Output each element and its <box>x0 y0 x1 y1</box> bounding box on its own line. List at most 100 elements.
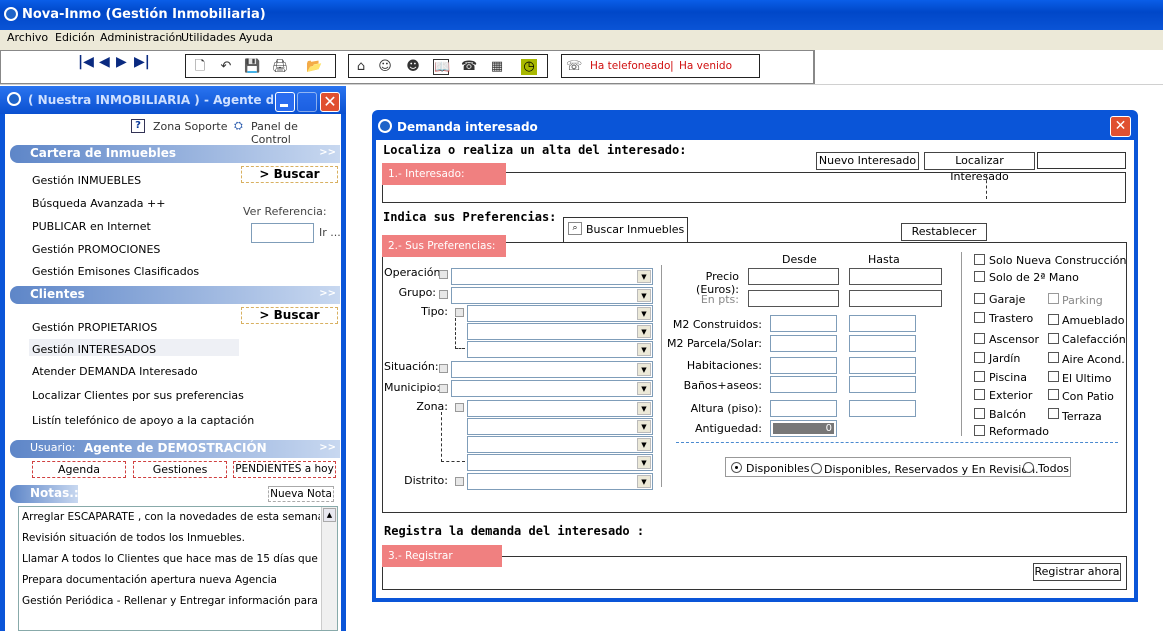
atender-demanda-link[interactable]: Atender DEMANDA Interesado <box>32 365 198 378</box>
grupo-select[interactable]: ▼ <box>451 287 653 304</box>
note-item[interactable]: Arreglar ESCAPARATE , con la novedades d… <box>22 511 320 523</box>
ha-venido-link[interactable]: Ha venido <box>679 60 732 72</box>
publicar-internet-link[interactable]: PUBLICAR en Internet <box>32 220 151 233</box>
solo-segunda-checkbox[interactable] <box>974 271 985 282</box>
restablecer-button[interactable]: Restablecer <box>901 223 987 241</box>
book-icon[interactable]: 📖 <box>433 59 450 75</box>
disponibles-radio[interactable] <box>731 462 742 473</box>
cartera-buscar-button[interactable]: > Buscar <box>241 166 338 183</box>
open-folder-icon[interactable]: 📂 <box>306 59 322 75</box>
m2c-hasta-input[interactable] <box>849 315 916 332</box>
cartera-section-header[interactable]: Cartera de Inmuebles >> <box>10 145 340 163</box>
prev-record-icon[interactable]: ◀ <box>99 54 110 70</box>
garaje-checkbox[interactable] <box>974 293 985 304</box>
cartera-expand-icon[interactable]: >> <box>319 147 336 158</box>
precio-hasta-input[interactable] <box>849 268 942 285</box>
grupo-lookup-icon[interactable] <box>439 290 448 299</box>
banos-desde-input[interactable] <box>770 376 837 393</box>
con-patio-checkbox[interactable] <box>1048 389 1059 400</box>
operacion-lookup-icon[interactable] <box>439 270 448 279</box>
solo-nueva-checkbox[interactable] <box>974 254 985 265</box>
gestion-emisiones-link[interactable]: Gestión Emisones Clasificados <box>32 265 199 278</box>
new-document-icon[interactable]: 🗋 <box>192 59 208 75</box>
zona-select-2[interactable]: ▼ <box>467 418 653 435</box>
reformado-checkbox[interactable] <box>974 425 985 436</box>
banos-hasta-input[interactable] <box>849 376 916 393</box>
minimize-button[interactable] <box>275 92 295 112</box>
note-item[interactable]: Prepara documentación apertura nueva Age… <box>22 574 320 586</box>
hab-hasta-input[interactable] <box>849 357 916 374</box>
busqueda-avanzada-link[interactable]: Búsqueda Avanzada ++ <box>32 197 165 210</box>
maximize-button[interactable] <box>297 92 317 112</box>
trastero-checkbox[interactable] <box>974 312 985 323</box>
clientes-section-header[interactable]: Clientes >> <box>10 286 340 304</box>
usuario-section-header[interactable]: Usuario: Agente de DEMOSTRACIÓN >> <box>10 440 340 458</box>
last-record-icon[interactable]: ▶| <box>134 54 150 70</box>
gestion-promociones-link[interactable]: Gestión PROMOCIONES <box>32 243 160 256</box>
undo-icon[interactable]: ↶ <box>218 59 234 75</box>
zona-lookup-icon[interactable] <box>455 403 464 412</box>
dialog-close-button[interactable]: ✕ <box>1110 116 1131 137</box>
menu-archivo[interactable]: Archivo <box>7 31 48 44</box>
agenda-button[interactable]: Agenda <box>32 461 126 478</box>
todos-radio[interactable] <box>1023 462 1034 473</box>
operacion-select[interactable]: ▼ <box>451 268 653 285</box>
gestion-inmuebles-link[interactable]: Gestión INMUEBLES <box>32 174 141 187</box>
save-icon[interactable]: 💾 <box>244 59 260 75</box>
note-item[interactable]: Revisión situación de todos los Inmueble… <box>22 532 320 544</box>
zona-select-3[interactable]: ▼ <box>467 436 653 453</box>
gestiones-button[interactable]: Gestiones <box>133 461 227 478</box>
municipio-lookup-icon[interactable] <box>439 384 448 393</box>
altura-desde-input[interactable] <box>770 400 837 417</box>
first-record-icon[interactable]: |◀ <box>78 54 94 70</box>
registrar-ahora-button[interactable]: Registrar ahora <box>1033 563 1121 581</box>
referencia-input[interactable] <box>251 223 314 243</box>
help-icon[interactable]: ? <box>131 119 145 133</box>
print-icon[interactable]: 🖨 <box>272 59 289 75</box>
precio-desde-input[interactable] <box>748 268 839 285</box>
m2c-desde-input[interactable] <box>770 315 837 332</box>
situacion-lookup-icon[interactable] <box>439 364 448 373</box>
phone-icon[interactable]: ☎ <box>461 59 477 75</box>
home-icon[interactable]: ⌂ <box>353 59 369 75</box>
menu-utilidades[interactable]: Utilidades <box>181 31 236 44</box>
tipo-select-2[interactable]: ▼ <box>467 323 653 340</box>
zona-soporte-link[interactable]: Zona Soporte <box>153 120 228 133</box>
menu-administracion[interactable]: Administración <box>100 31 182 44</box>
terraza-checkbox[interactable] <box>1048 408 1059 419</box>
zona-select-4[interactable]: ▼ <box>467 454 653 471</box>
piscina-checkbox[interactable] <box>974 371 985 382</box>
clientes-buscar-button[interactable]: > Buscar <box>241 307 338 324</box>
notes-scrollbar[interactable]: ▲ <box>321 507 337 630</box>
calculator-icon[interactable]: ▦ <box>489 59 505 75</box>
scroll-up-icon[interactable]: ▲ <box>323 508 336 522</box>
amueblado-checkbox[interactable] <box>1048 314 1059 325</box>
jardin-checkbox[interactable] <box>974 352 985 363</box>
parking-checkbox[interactable] <box>1048 293 1059 304</box>
distrito-select[interactable]: ▼ <box>467 473 653 490</box>
balcon-checkbox[interactable] <box>974 408 985 419</box>
interesado-code-field[interactable] <box>1037 152 1126 169</box>
pts-desde-input[interactable] <box>748 290 839 307</box>
distrito-lookup-icon[interactable] <box>455 477 464 486</box>
aire-acond-checkbox[interactable] <box>1048 352 1059 363</box>
panel-control-link[interactable]: Panel de Control <box>251 120 341 146</box>
municipio-select[interactable]: ▼ <box>451 380 653 397</box>
hab-desde-input[interactable] <box>770 357 837 374</box>
ha-telefoneado-link[interactable]: Ha telefoneado <box>590 60 670 72</box>
menu-ayuda[interactable]: Ayuda <box>239 31 273 44</box>
listin-telefonico-link[interactable]: Listín telefónico de apoyo a la captació… <box>32 414 254 427</box>
gestion-propietarios-link[interactable]: Gestión PROPIETARIOS <box>32 321 157 334</box>
clientes-expand-icon[interactable]: >> <box>319 288 336 299</box>
ascensor-checkbox[interactable] <box>974 333 985 344</box>
menu-edicion[interactable]: Edición <box>55 31 95 44</box>
pts-hasta-input[interactable] <box>849 290 942 307</box>
altura-hasta-input[interactable] <box>849 400 916 417</box>
next-record-icon[interactable]: ▶ <box>116 54 127 70</box>
calefaccion-checkbox[interactable] <box>1048 333 1059 344</box>
antiguedad-input[interactable]: 0 <box>770 420 837 437</box>
note-item[interactable]: Llamar A todos lo Clientes que hace mas … <box>22 553 320 565</box>
nueva-nota-button[interactable]: Nueva Nota <box>268 486 334 502</box>
el-ultimo-checkbox[interactable] <box>1048 371 1059 382</box>
zona-select-1[interactable]: ▼ <box>467 400 653 417</box>
